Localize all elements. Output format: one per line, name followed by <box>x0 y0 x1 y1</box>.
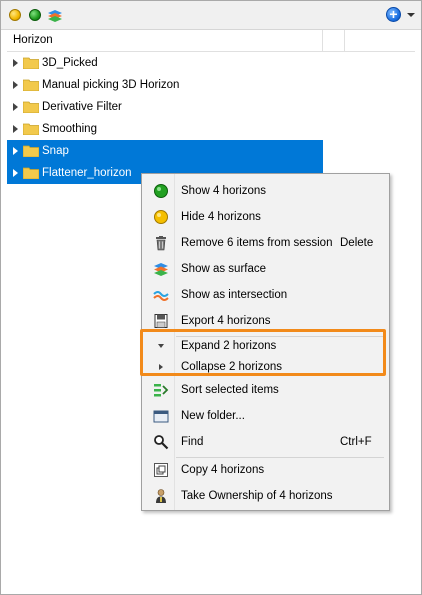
menu-item-shortcut: Delete <box>340 237 374 249</box>
menu-item-take-ownership[interactable]: Take Ownership of 4 horizons <box>142 483 389 509</box>
menu-item-show[interactable]: Show 4 horizons <box>142 178 389 204</box>
horizon-tree: 3D_Picked Manual picking 3D Horizon Deri… <box>7 52 323 184</box>
menu-item-new-folder[interactable]: New folder... <box>142 403 389 429</box>
green-dot-icon <box>154 184 168 198</box>
find-icon <box>154 435 169 450</box>
folder-icon <box>23 79 39 91</box>
expand-arrow-icon[interactable] <box>13 103 18 111</box>
folder-icon <box>23 123 39 135</box>
menu-item-label: Show 4 horizons <box>181 185 267 197</box>
dropdown-icon[interactable] <box>407 13 415 17</box>
ownership-icon <box>156 489 166 503</box>
highlight-box <box>140 329 386 376</box>
tree-item-label: Flattener_horizon <box>42 167 132 179</box>
toolbar: + <box>1 1 421 30</box>
expand-arrow-icon[interactable] <box>13 169 18 177</box>
export-icon <box>154 314 168 328</box>
yellow-dot-icon <box>154 210 168 224</box>
menu-item-label: New folder... <box>181 410 245 422</box>
menu-item-remove[interactable]: Remove 6 items from session Delete <box>142 230 389 256</box>
sort-icon <box>154 384 169 397</box>
folder-icon <box>23 167 39 179</box>
menu-item-show-surface[interactable]: Show as surface <box>142 256 389 282</box>
menu-item-show-intersection[interactable]: Show as intersection <box>142 282 389 308</box>
tree-item-label: 3D_Picked <box>42 57 98 69</box>
tree-item-label: Snap <box>42 145 69 157</box>
tree-item[interactable]: 3D_Picked <box>7 52 323 74</box>
surface-icon <box>154 263 168 276</box>
tree-item-label: Derivative Filter <box>42 101 122 113</box>
tree-item-label: Manual picking 3D Horizon <box>42 79 180 91</box>
expand-arrow-icon[interactable] <box>13 81 18 89</box>
tree-item[interactable]: Manual picking 3D Horizon <box>7 74 323 96</box>
tree-item[interactable]: Smoothing <box>7 118 323 140</box>
menu-item-label: Remove 6 items from session <box>181 237 333 249</box>
horizon-panel: + Horizon 3D_Picked Manual picking 3D Ho… <box>0 0 422 595</box>
menu-item-label: Copy 4 horizons <box>181 464 265 476</box>
show-all-icon[interactable] <box>29 9 41 21</box>
column-extra[interactable] <box>323 30 345 51</box>
tree-item[interactable]: Derivative Filter <box>7 96 323 118</box>
menu-item-label: Sort selected items <box>181 384 279 396</box>
new-folder-icon <box>153 410 169 423</box>
menu-item-label: Hide 4 horizons <box>181 211 261 223</box>
add-icon[interactable]: + <box>386 6 401 22</box>
tree-item[interactable]: Snap <box>7 140 323 162</box>
tree-item-label: Smoothing <box>42 123 97 135</box>
menu-item-copy[interactable]: Copy 4 horizons <box>142 457 389 483</box>
expand-arrow-icon[interactable] <box>13 147 18 155</box>
menu-item-label: Show as surface <box>181 263 267 275</box>
expand-arrow-icon[interactable] <box>13 125 18 133</box>
menu-item-hide[interactable]: Hide 4 horizons <box>142 204 389 230</box>
menu-item-find[interactable]: Find Ctrl+F <box>142 429 389 455</box>
intersection-icon <box>153 291 169 301</box>
menu-item-label: Find <box>181 436 204 448</box>
column-title[interactable]: Horizon <box>7 30 323 51</box>
folder-icon <box>23 145 39 157</box>
menu-item-shortcut: Ctrl+F <box>340 436 372 448</box>
folder-icon <box>23 101 39 113</box>
menu-item-sort[interactable]: Sort selected items <box>142 377 389 403</box>
surface-icon[interactable] <box>47 8 63 22</box>
trash-icon <box>156 236 166 251</box>
menu-item-label: Take Ownership of 4 horizons <box>181 490 333 502</box>
menu-item-label: Show as intersection <box>181 289 288 301</box>
folder-icon <box>23 57 39 69</box>
expand-arrow-icon[interactable] <box>13 59 18 67</box>
column-header: Horizon <box>7 30 415 52</box>
copy-icon <box>154 463 168 477</box>
hide-all-icon[interactable] <box>9 9 21 21</box>
